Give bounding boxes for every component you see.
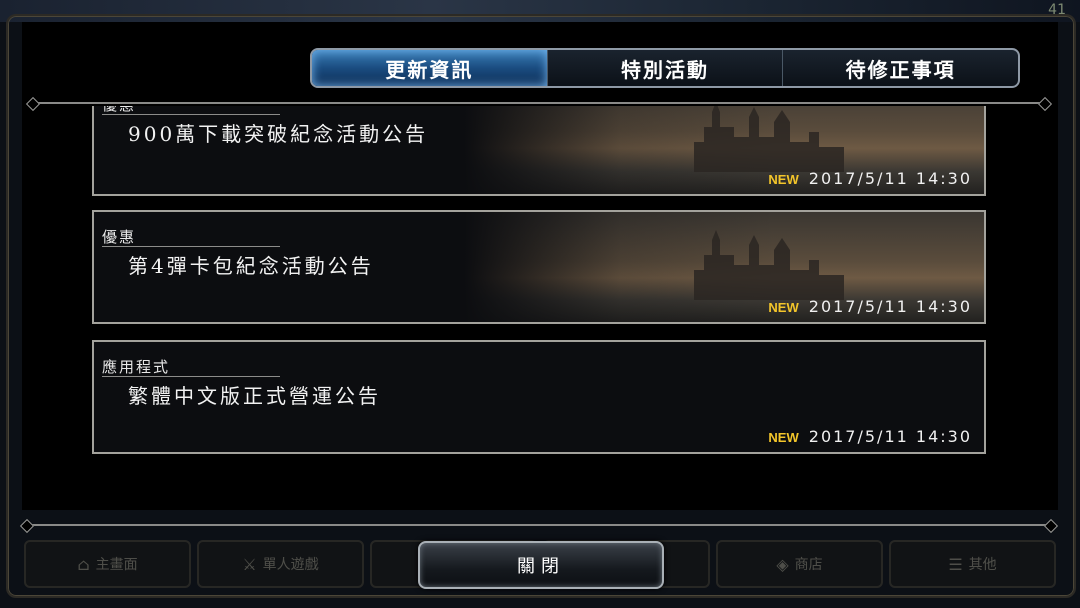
announcement-date: 2017/5/11 14:30 [808, 297, 972, 316]
announcement-card[interactable]: 應用程式 繁體中文版正式營運公告 NEW 2017/5/11 14:30 [92, 340, 986, 454]
home-icon: ⌂ [77, 554, 90, 574]
shop-icon: ◈ [776, 554, 789, 574]
nav-other[interactable]: ☰ 其他 [889, 540, 1056, 588]
nav-label: 其他 [968, 557, 997, 573]
castle-silhouette-icon [694, 230, 844, 300]
category-underline [102, 376, 280, 377]
category-label: 應用程式 [102, 358, 171, 376]
announcement-date: 2017/5/11 14:30 [808, 169, 972, 188]
announcement-meta: NEW 2017/5/11 14:30 [768, 427, 972, 446]
sword-icon: ⚔ [242, 554, 257, 574]
bottom-divider [28, 524, 1050, 526]
tab-known-issues[interactable]: 待修正事項 [783, 50, 1018, 86]
nav-label: 商店 [794, 557, 823, 573]
announcement-card[interactable]: 優惠 900萬下載突破紀念活動公告 NEW 2017/5/11 14:30 [92, 106, 986, 196]
nav-label: 單人遊戲 [262, 557, 319, 573]
tab-bar: 更新資訊 特別活動 待修正事項 [310, 48, 1020, 88]
nav-shop[interactable]: ◈ 商店 [716, 540, 883, 588]
category-underline [102, 114, 280, 115]
new-badge: NEW [768, 430, 799, 445]
tab-updates[interactable]: 更新資訊 [312, 50, 548, 86]
nav-single-player[interactable]: ⚔ 單人遊戲 [197, 540, 364, 588]
announcement-title: 900萬下載突破紀念活動公告 [128, 122, 429, 146]
close-button[interactable]: 關閉 [418, 541, 664, 589]
announcement-card[interactable]: 優惠 第4彈卡包紀念活動公告 NEW 2017/5/11 14:30 [92, 210, 986, 324]
announcement-list[interactable]: 優惠 900萬下載突破紀念活動公告 NEW 2017/5/11 14:30 優惠… [92, 106, 986, 466]
new-badge: NEW [768, 300, 799, 315]
announcement-date: 2017/5/11 14:30 [808, 427, 972, 446]
category-label: 優惠 [102, 228, 137, 246]
category-underline [102, 246, 280, 247]
castle-silhouette-icon [694, 106, 844, 172]
nav-label: 主畫面 [95, 557, 138, 573]
announcement-meta: NEW 2017/5/11 14:30 [768, 169, 972, 188]
nav-home[interactable]: ⌂ 主畫面 [24, 540, 191, 588]
announcement-meta: NEW 2017/5/11 14:30 [768, 297, 972, 316]
new-badge: NEW [768, 172, 799, 187]
announcement-title: 繁體中文版正式營運公告 [128, 384, 381, 408]
more-icon: ☰ [948, 554, 963, 574]
tab-special-events[interactable]: 特別活動 [548, 50, 784, 86]
announcement-title: 第4彈卡包紀念活動公告 [128, 254, 374, 278]
top-divider [34, 102, 1044, 104]
